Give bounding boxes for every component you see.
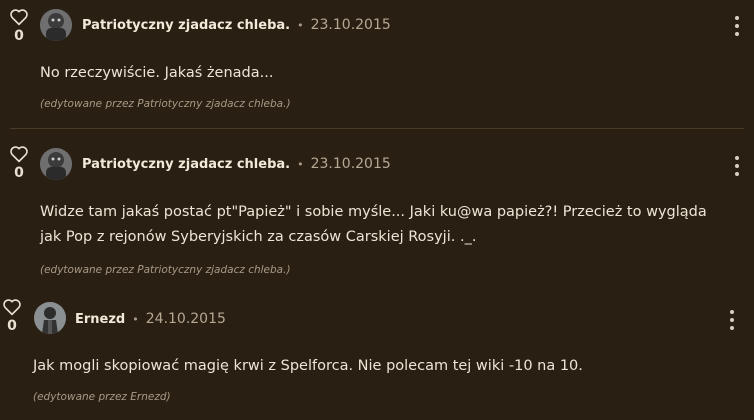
- edited-note: (edytowane przez Ernezd): [33, 391, 171, 403]
- more-vertical-icon[interactable]: [734, 156, 740, 176]
- comment-date[interactable]: 23.10.2015: [311, 17, 391, 33]
- author-name[interactable]: Patriotyczny zjadacz chleba.: [82, 157, 290, 172]
- avatar-image: [40, 9, 72, 41]
- comment-header: Patriotyczny zjadacz chleba. • 23.10.201…: [82, 15, 391, 35]
- comment-date[interactable]: 24.10.2015: [146, 311, 226, 327]
- more-vertical-icon[interactable]: [729, 310, 735, 330]
- vote-count: 0: [14, 28, 24, 44]
- vote-widget: 0: [8, 8, 30, 43]
- separator-dot: •: [132, 312, 139, 326]
- avatar-image: [40, 148, 72, 180]
- vote-count: 0: [7, 318, 17, 334]
- heart-outline-icon[interactable]: [9, 8, 29, 26]
- comment-text: Jak mogli skopiować magię krwi z Spelfor…: [33, 358, 583, 374]
- avatar-image: [34, 302, 66, 334]
- edited-note: (edytowane przez Patriotyczny zjadacz ch…: [40, 264, 291, 276]
- comment-date[interactable]: 23.10.2015: [311, 156, 391, 172]
- edited-note: (edytowane przez Patriotyczny zjadacz ch…: [40, 98, 291, 110]
- heart-outline-icon[interactable]: [2, 298, 22, 316]
- author-name[interactable]: Patriotyczny zjadacz chleba.: [82, 18, 290, 33]
- vote-widget: 0: [8, 145, 30, 180]
- separator-dot: •: [297, 157, 304, 171]
- comment-header: Ernezd • 24.10.2015: [75, 309, 226, 329]
- vote-count: 0: [14, 165, 24, 181]
- comment-text: No rzeczywiście. Jakaś żenada...: [40, 65, 274, 81]
- comment-header: Patriotyczny zjadacz chleba. • 23.10.201…: [82, 154, 391, 174]
- vote-widget: 0: [1, 298, 23, 333]
- avatar[interactable]: [40, 9, 72, 41]
- avatar[interactable]: [40, 148, 72, 180]
- author-name[interactable]: Ernezd: [75, 312, 125, 327]
- divider: [10, 128, 744, 129]
- comment-text: Widze tam jakaś postać pt"Papież" i sobi…: [40, 204, 707, 245]
- heart-outline-icon[interactable]: [9, 145, 29, 163]
- more-vertical-icon[interactable]: [734, 16, 740, 36]
- separator-dot: •: [297, 18, 304, 32]
- avatar[interactable]: [34, 302, 66, 334]
